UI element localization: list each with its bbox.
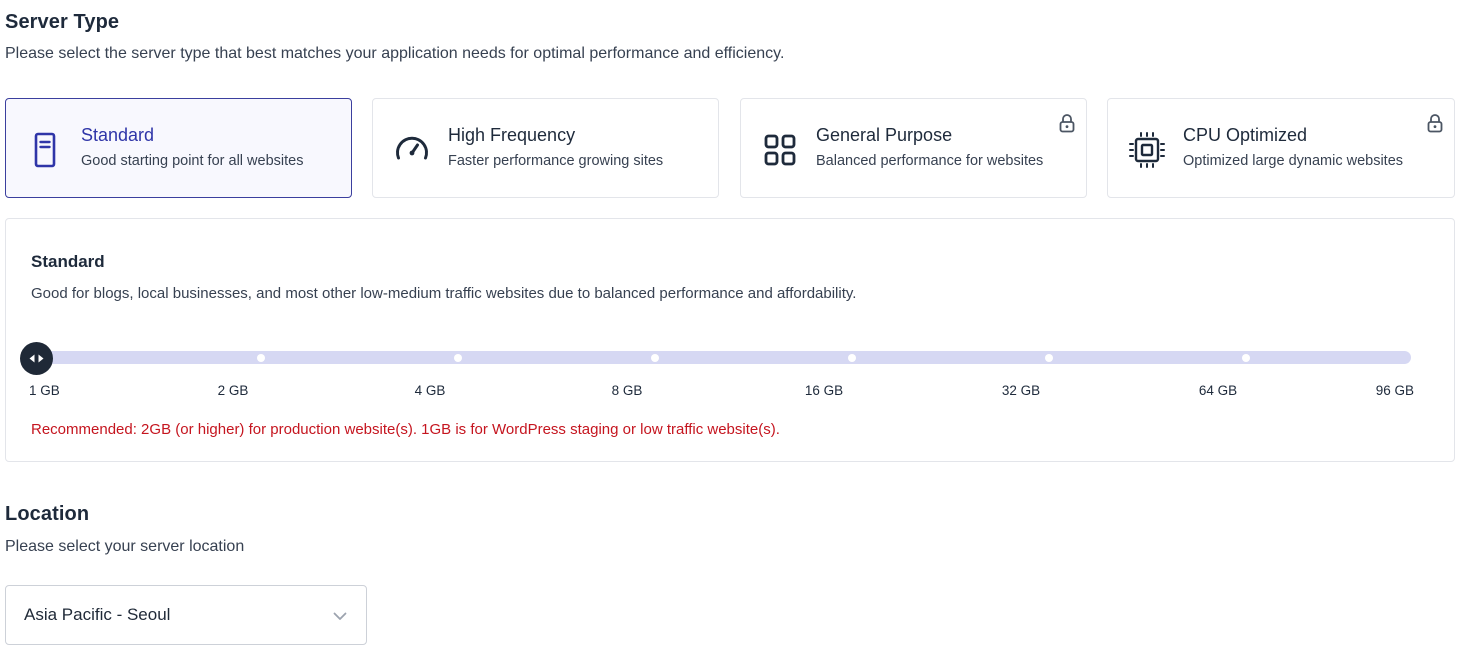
card-name: Standard: [81, 125, 155, 145]
slider-tick[interactable]: [1242, 354, 1250, 362]
card-name: High Frequency: [448, 125, 576, 145]
server-type-card-general-purpose[interactable]: General Purpose Balanced performance for…: [740, 98, 1087, 198]
server-type-card-cpu-optimized[interactable]: CPU Optimized Optimized large dynamic we…: [1107, 98, 1455, 198]
memory-label-8gb: 8 GB: [611, 383, 643, 398]
memory-label-1gb: 1 GB: [29, 383, 60, 398]
memory-label-32gb: 32 GB: [1001, 383, 1041, 398]
server-detail-panel: Standard Good for blogs, local businesse…: [5, 218, 1455, 462]
server-type-card-high-frequency[interactable]: High Frequency Faster performance growin…: [372, 98, 719, 198]
arrows-left-right-icon: [29, 354, 44, 363]
location-subtitle: Please select your server location: [5, 538, 245, 555]
detail-description: Good for blogs, local businesses, and mo…: [31, 285, 857, 302]
memory-recommendation: Recommended: 2GB (or higher) for product…: [31, 421, 780, 438]
card-desc: Good starting point for all websites: [81, 153, 304, 169]
cpu-chip-icon: [1128, 131, 1166, 169]
memory-slider-thumb[interactable]: [20, 342, 53, 375]
server-type-cards: Standard Good starting point for all web…: [5, 98, 1455, 198]
location-select-value: Asia Pacific - Seoul: [24, 605, 171, 624]
card-name: CPU Optimized: [1183, 125, 1308, 145]
chevron-down-icon: [332, 608, 348, 624]
speedometer-icon: [393, 131, 431, 169]
card-desc: Optimized large dynamic websites: [1183, 153, 1404, 169]
slider-tick[interactable]: [1045, 354, 1053, 362]
slider-tick[interactable]: [1418, 354, 1426, 362]
server-type-title: Server Type: [5, 11, 120, 33]
server-type-card-standard[interactable]: Standard Good starting point for all web…: [5, 98, 352, 198]
grid-icon: [761, 131, 799, 169]
card-desc: Faster performance growing sites: [448, 153, 664, 169]
lock-icon: [1058, 113, 1076, 133]
card-name: General Purpose: [816, 125, 953, 145]
slider-tick[interactable]: [848, 354, 856, 362]
detail-title: Standard: [31, 252, 105, 271]
slider-tick[interactable]: [257, 354, 265, 362]
location-select[interactable]: Asia Pacific - Seoul: [5, 585, 367, 645]
memory-slider-track[interactable]: [36, 351, 1426, 364]
server-icon: [26, 131, 64, 169]
memory-label-2gb: 2 GB: [217, 383, 249, 398]
slider-tick[interactable]: [651, 354, 659, 362]
memory-label-4gb: 4 GB: [414, 383, 446, 398]
lock-icon: [1426, 113, 1444, 133]
memory-label-96gb: 96 GB: [1375, 383, 1414, 398]
card-desc: Balanced performance for websites: [816, 153, 1044, 169]
memory-label-64gb: 64 GB: [1198, 383, 1238, 398]
location-title: Location: [5, 503, 90, 525]
slider-tick[interactable]: [454, 354, 462, 362]
page: Server Type Please select the server typ…: [0, 0, 1466, 652]
server-type-subtitle: Please select the server type that best …: [5, 45, 785, 62]
memory-label-16gb: 16 GB: [804, 383, 844, 398]
